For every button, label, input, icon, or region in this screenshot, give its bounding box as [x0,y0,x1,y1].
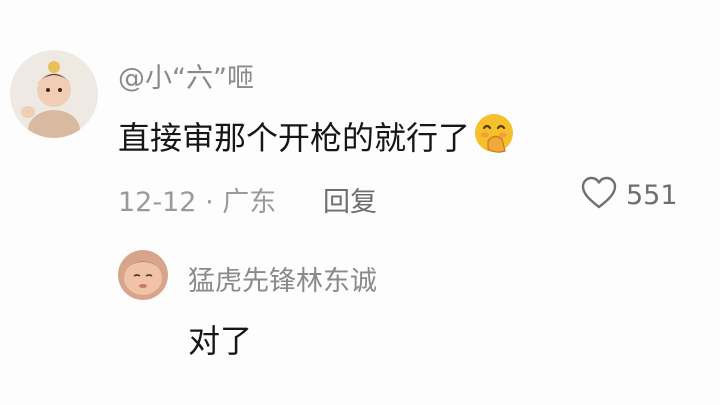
comment-thread: @小“六”咂 直接审那个开枪的就行了 12-12 · 广东 回复 551 猛虎先… [0,0,720,405]
reply-button[interactable]: 回复 [323,180,377,219]
comment-location: 广东 [222,187,277,218]
heart-icon [580,174,618,216]
meta-separator: · [205,187,214,218]
comment-text: 直接审那个开枪的就行了 [118,111,516,163]
reply-text: 对了 [188,322,253,360]
avatar[interactable] [10,50,98,138]
like-count: 551 [626,179,678,211]
comment-text-content: 直接审那个开枪的就行了 [118,119,471,157]
like-button[interactable]: 551 [580,174,678,216]
comment-meta: 12-12 · 广东 [118,180,276,219]
reply-avatar[interactable] [118,250,168,300]
comment-username[interactable]: @小“六”咂 [118,56,254,95]
comment-date: 12-12 [118,187,197,218]
reply-username[interactable]: 猛虎先锋林东诚 [188,259,377,298]
face-with-hand-over-mouth-emoji-icon [472,111,516,163]
